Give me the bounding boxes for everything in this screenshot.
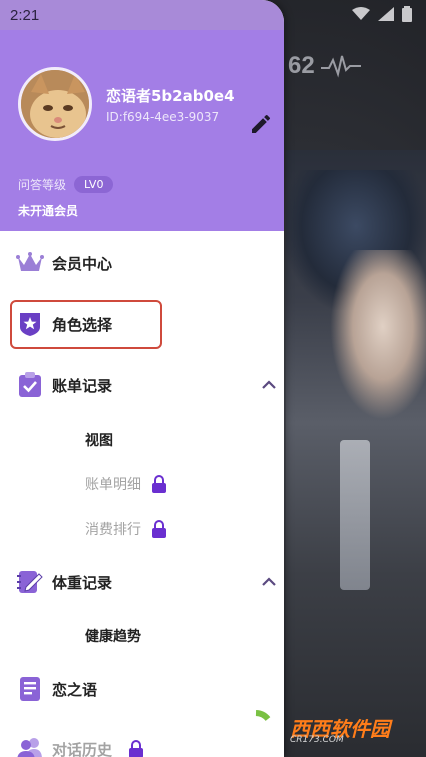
submenu-item-label: 视图 xyxy=(85,433,113,449)
submenu-item-view[interactable]: 视图 xyxy=(85,430,113,450)
menu-item-vip-center[interactable]: 会员中心 xyxy=(0,247,284,279)
highlight-box xyxy=(10,300,162,349)
background-tie xyxy=(340,440,370,590)
avatar[interactable] xyxy=(18,67,92,141)
wifi-icon xyxy=(352,7,370,20)
level-badge: LV0 xyxy=(74,176,114,193)
menu-item-bill-records[interactable]: 账单记录 xyxy=(0,369,284,401)
menu-item-label: 恋之语 xyxy=(52,680,98,699)
pulse-icon xyxy=(320,55,361,78)
battery-icon xyxy=(402,6,412,22)
submenu-item-label: 账单明细 xyxy=(85,477,141,493)
submenu-item-spending-ranking[interactable]: 消费排行 xyxy=(85,519,167,539)
lock-icon xyxy=(152,520,166,538)
document-list-icon xyxy=(16,675,44,703)
submenu-item-bill-details[interactable]: 账单明细 xyxy=(85,474,167,494)
users-icon xyxy=(16,735,44,757)
profile-header: 恋语者5b2ab0e4 ID:f694-4ee3-9037 问答等级 LV0 未… xyxy=(0,30,284,231)
menu-item-label: 体重记录 xyxy=(52,573,113,592)
submenu-item-label: 健康趋势 xyxy=(85,629,141,645)
username: 恋语者5b2ab0e4 xyxy=(106,87,235,105)
watermark-logo-icon xyxy=(229,708,271,746)
signal-icon xyxy=(378,7,394,21)
pencil-edit-icon[interactable] xyxy=(249,112,273,136)
heart-rate-readout: 62 xyxy=(288,52,361,80)
watermark: 西西软件园 CR173.COM xyxy=(228,705,426,749)
level-row: 问答等级 LV0 xyxy=(18,176,114,193)
user-id: ID:f694-4ee3-9037 xyxy=(106,110,220,124)
menu-item-label: 会员中心 xyxy=(52,254,113,273)
cat-avatar-image xyxy=(21,70,89,138)
crown-icon xyxy=(16,249,44,277)
menu-item-weight-records[interactable]: 体重记录 xyxy=(0,566,284,598)
menu-item-love-words[interactable]: 恋之语 xyxy=(0,673,284,705)
chevron-up-icon[interactable] xyxy=(260,376,278,394)
lock-icon xyxy=(129,740,143,757)
level-label: 问答等级 xyxy=(18,178,67,192)
vip-status: 未开通会员 xyxy=(18,204,79,218)
status-time: 2:21 xyxy=(10,6,40,24)
lock-icon xyxy=(152,475,166,493)
submenu-item-label: 消费排行 xyxy=(85,522,141,538)
watermark-domain: CR173.COM xyxy=(290,735,344,745)
heart-rate-value: 62 xyxy=(288,52,315,79)
status-bar: 2:21 xyxy=(0,0,284,30)
background-face xyxy=(330,250,426,420)
menu-item-label: 对话历史 xyxy=(52,740,113,757)
clipboard-check-icon xyxy=(16,371,44,399)
chevron-up-icon[interactable] xyxy=(260,573,278,591)
notebook-pen-icon xyxy=(16,568,44,596)
status-icons xyxy=(352,6,412,22)
navigation-drawer: 2:21 恋语者5b2ab0e4 ID:f694-4ee3-9037 问答等级 … xyxy=(0,0,284,757)
submenu-item-health-trend[interactable]: 健康趋势 xyxy=(85,626,141,646)
menu-item-label: 账单记录 xyxy=(52,376,113,395)
